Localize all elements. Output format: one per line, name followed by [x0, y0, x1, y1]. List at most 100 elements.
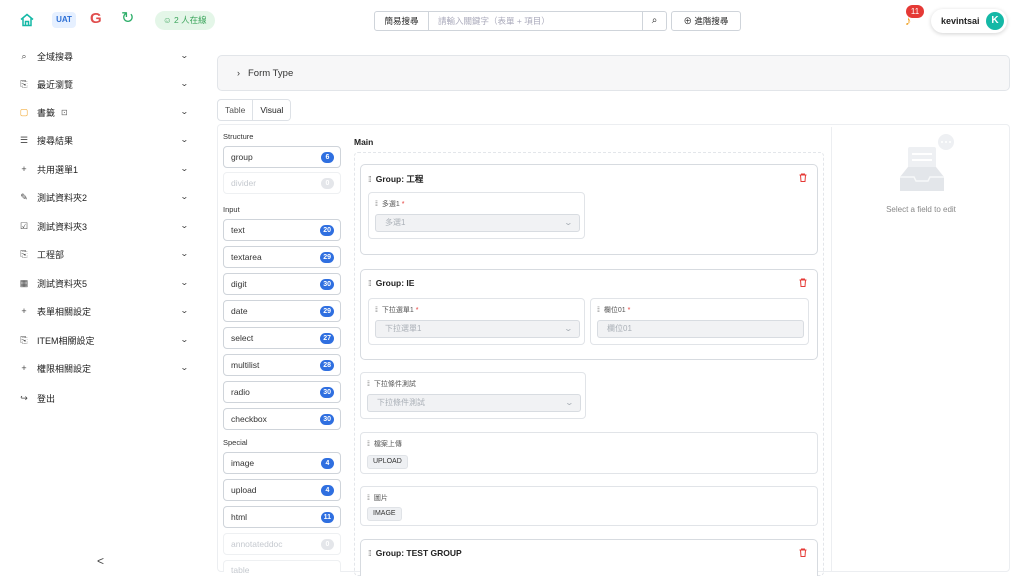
refresh-icon[interactable]: ↻	[121, 8, 134, 28]
sidebar-item-engineering[interactable]: ⎘ 工程部 ⌄	[0, 240, 200, 268]
palette-item-date[interactable]: date 29	[223, 300, 341, 322]
search-mode-button[interactable]: 簡易搜尋	[375, 12, 429, 30]
text-value: 欄位01	[607, 324, 632, 333]
palette-item-label: group	[231, 152, 253, 162]
drag-handle-icon[interactable]: ⁞⁞	[375, 201, 378, 208]
palette-item-image[interactable]: image 4	[223, 452, 341, 474]
palette-item-digit[interactable]: digit 30	[223, 273, 341, 295]
drag-handle-icon[interactable]: ⁞⁞	[367, 441, 370, 448]
palette-item-select[interactable]: select 27	[223, 327, 341, 349]
sidebar-item-label: 工程部	[37, 249, 65, 260]
group-card[interactable]: ⁞⁞ Group: 工程 ⁞⁞ 多選1 * 多選1 ⌄	[360, 164, 818, 255]
field-card[interactable]: ⁞⁞ 下拉選單1 * 下拉選單1 ⌄	[368, 298, 585, 345]
online-users-badge[interactable]: ☺ 2 人在線	[155, 11, 215, 30]
trash-icon[interactable]	[799, 278, 807, 287]
field-card[interactable]: ⁞⁞ 下拉條件測試 下拉條件測試 ⌄	[360, 372, 586, 419]
home-icon[interactable]	[18, 11, 36, 29]
select-field[interactable]: 下拉選單1 ⌄	[375, 320, 580, 338]
sidebar-item-form-settings[interactable]: + 表單相關設定 ⌄	[0, 297, 200, 325]
field-label-text: 下拉條件測試	[373, 381, 416, 388]
google-icon[interactable]: G	[90, 10, 102, 27]
sidebar-item-label: 測試資料夾3	[37, 221, 88, 232]
form-type-collapse[interactable]: › Form Type	[217, 55, 1010, 91]
select-field[interactable]: 下拉條件測試 ⌄	[367, 394, 581, 412]
field-label: ⁞⁞ 欄位01 *	[597, 305, 630, 315]
sidebar-item-search-results[interactable]: ☰ 搜尋結果 ⌄	[0, 126, 200, 154]
drag-handle-icon[interactable]: ⁞⁞	[368, 548, 372, 558]
sidebar-item-label: 權限相關設定	[37, 363, 92, 374]
field-card[interactable]: ⁞⁞ 圖片 IMAGE	[360, 486, 818, 526]
chevron-down-icon[interactable]: ⌄	[180, 363, 189, 372]
chevron-down-icon[interactable]: ⌄	[180, 335, 189, 344]
field-card[interactable]: ⁞⁞ 檔案上傳 UPLOAD	[360, 432, 818, 474]
sidebar-item-test-folder-5[interactable]: ▦ 測試資料夾5 ⌄	[0, 269, 200, 297]
chevron-down-icon[interactable]: ⌄	[180, 107, 189, 116]
users-icon: ☺	[163, 15, 175, 25]
palette-item-checkbox[interactable]: checkbox 30	[223, 408, 341, 430]
chevron-down-icon[interactable]: ⌄	[180, 221, 189, 230]
chevron-down-icon[interactable]: ⌄	[180, 164, 189, 173]
palette-item-upload[interactable]: upload 4	[223, 479, 341, 501]
palette-item-label: checkbox	[231, 414, 267, 424]
search-icon[interactable]: ⌕	[642, 12, 666, 30]
drag-handle-icon[interactable]: ⁞⁞	[597, 307, 600, 314]
palette-item-radio[interactable]: radio 30	[223, 381, 341, 403]
chevron-down-icon[interactable]: ⌄	[180, 306, 189, 315]
sidebar-item-global-search[interactable]: ⌕ 全域搜尋 ⌄	[0, 42, 200, 70]
text-field[interactable]: 欄位01	[597, 320, 804, 338]
chevron-down-icon[interactable]: ⌄	[180, 51, 189, 60]
advanced-search-button[interactable]: ⊕ 進階搜尋	[671, 11, 741, 31]
sidebar-item-label: 搜尋結果	[37, 135, 74, 146]
palette-item-label: digit	[231, 279, 247, 289]
folder-icon[interactable]: ⊡	[61, 108, 68, 117]
group-card[interactable]: ⁞⁞ Group: IE ⁞⁞ 下拉選單1 * 下拉選單1 ⌄ ⁞⁞ 欄位01 * 欄位…	[360, 269, 818, 360]
sidebar-item-item-settings[interactable]: ⎘ ITEM相關設定 ⌄	[0, 326, 200, 354]
sidebar-item-test-folder-2[interactable]: ✎ 測試資料夾2 ⌄	[0, 183, 200, 211]
sidebar-item-bookmarks[interactable]: ▢ 書籤 ⊡ ⌄	[0, 98, 200, 126]
group-title-text: Group: TEST GROUP	[375, 548, 462, 558]
select-value: 下拉條件測試	[377, 398, 425, 407]
collapse-sidebar-button[interactable]: <	[97, 554, 104, 568]
group-card[interactable]: ⁞⁞ Group: TEST GROUP	[360, 539, 818, 576]
palette-item-label: table	[231, 564, 250, 575]
sidebar-item-recent[interactable]: ⎘ 最近瀏覽 ⌄	[0, 70, 200, 98]
chevron-down-icon[interactable]: ⌄	[180, 249, 189, 258]
palette-item-html[interactable]: html 11	[223, 506, 341, 528]
select-field[interactable]: 多選1 ⌄	[375, 214, 580, 232]
palette-item-textarea[interactable]: textarea 29	[223, 246, 341, 268]
trash-icon[interactable]	[799, 173, 807, 182]
drag-handle-icon[interactable]: ⁞⁞	[367, 495, 370, 502]
chevron-down-icon: ⌄	[563, 218, 574, 227]
user-menu[interactable]: kevintsai K	[931, 9, 1007, 33]
field-card[interactable]: ⁞⁞ 多選1 * 多選1 ⌄	[368, 192, 585, 239]
sidebar-item-logout[interactable]: ↪ 登出	[0, 384, 200, 412]
palette-item-group[interactable]: group 6	[223, 146, 341, 168]
group-title-text: Group: IE	[375, 278, 415, 288]
sidebar-item-permission-settings[interactable]: + 權限相關設定 ⌄	[0, 354, 200, 382]
palette-item-count: 6	[321, 152, 334, 163]
sidebar-item-label: 共用選單1	[37, 164, 79, 175]
sidebar-item-label: 測試資料夾2	[37, 192, 88, 203]
tab-visual[interactable]: Visual	[252, 100, 291, 120]
chevron-down-icon[interactable]: ⌄	[180, 135, 189, 144]
trash-icon[interactable]	[799, 548, 807, 557]
search-input[interactable]: 請輸入關鍵字（表單 + 項目）	[429, 15, 642, 27]
group-title-text: Group: 工程	[375, 174, 424, 184]
drag-handle-icon[interactable]: ⁞⁞	[367, 381, 370, 388]
field-label-text: 欄位01	[603, 307, 626, 314]
field-card[interactable]: ⁞⁞ 欄位01 * 欄位01	[590, 298, 809, 345]
chevron-down-icon[interactable]: ⌄	[180, 192, 189, 201]
chevron-right-icon: ›	[237, 68, 240, 78]
sidebar-item-shared-menu-1[interactable]: + 共用選單1 ⌄	[0, 155, 200, 183]
chevron-down-icon[interactable]: ⌄	[180, 278, 189, 287]
drag-handle-icon[interactable]: ⁞⁞	[375, 307, 378, 314]
drag-handle-icon[interactable]: ⁞⁞	[368, 174, 372, 184]
sidebar-item-test-folder-3[interactable]: ☑ 測試資料夾3 ⌄	[0, 212, 200, 240]
tab-table[interactable]: Table	[218, 100, 252, 120]
palette-item-text[interactable]: text 20	[223, 219, 341, 241]
palette-item-multilist[interactable]: multilist 28	[223, 354, 341, 376]
chevron-down-icon[interactable]: ⌄	[180, 79, 189, 88]
environment-badge: UAT	[52, 12, 76, 28]
palette-item-label: image	[231, 458, 255, 468]
drag-handle-icon[interactable]: ⁞⁞	[368, 278, 372, 288]
